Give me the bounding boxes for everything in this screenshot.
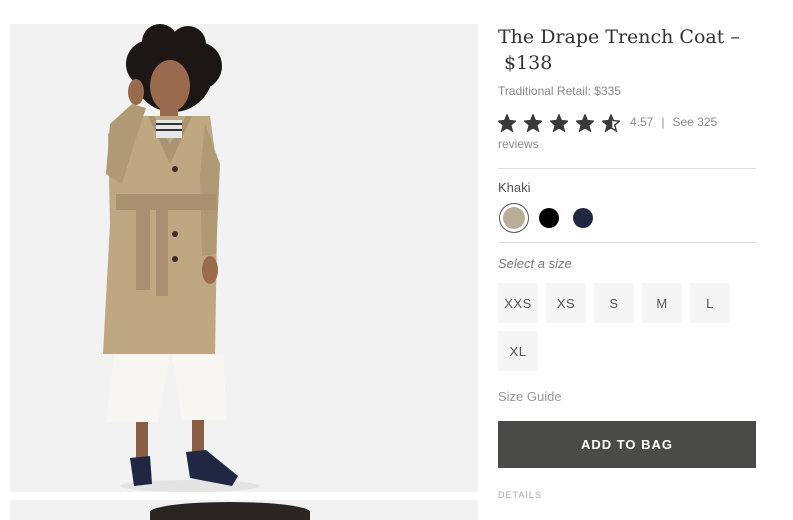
color-swatches bbox=[498, 203, 756, 233]
rating-value: 4.57 bbox=[630, 115, 654, 129]
product-price: $138 bbox=[504, 52, 553, 74]
divider bbox=[498, 168, 756, 169]
star-full-icon bbox=[524, 113, 542, 132]
details-heading: DETAILS bbox=[498, 490, 542, 500]
size-option-m[interactable]: M bbox=[642, 283, 682, 323]
size-option-l[interactable]: L bbox=[690, 283, 730, 323]
rating-separator: | bbox=[661, 115, 665, 129]
size-option-xxs[interactable]: XXS bbox=[498, 283, 538, 323]
star-full-icon bbox=[498, 113, 516, 132]
product-name: The Drape Trench Coat – bbox=[498, 26, 740, 48]
select-size-label: Select a size bbox=[498, 256, 572, 271]
size-options: XXS XS S M L XL bbox=[498, 283, 738, 371]
size-option-xl[interactable]: XL bbox=[498, 331, 538, 371]
black-swatch[interactable] bbox=[539, 208, 559, 228]
rating-summary: 4.57 | See 325 reviews bbox=[498, 111, 756, 155]
navy-swatch[interactable] bbox=[573, 208, 593, 228]
size-option-xs[interactable]: XS bbox=[546, 283, 586, 323]
divider bbox=[498, 242, 756, 243]
product-title: The Drape Trench Coat – $138 bbox=[498, 24, 756, 76]
selected-color-label: Khaki bbox=[498, 180, 531, 195]
traditional-retail-price: Traditional Retail: $335 bbox=[498, 84, 621, 98]
khaki-swatch[interactable] bbox=[503, 207, 525, 229]
star-full-icon bbox=[550, 113, 568, 132]
size-guide-link[interactable]: Size Guide bbox=[498, 389, 756, 404]
product-image[interactable] bbox=[10, 24, 478, 492]
rating-stars bbox=[498, 113, 620, 132]
size-option-s[interactable]: S bbox=[594, 283, 634, 323]
model-illustration bbox=[103, 24, 260, 492]
product-details-panel: The Drape Trench Coat – $138 Traditional… bbox=[498, 24, 756, 500]
star-full-icon bbox=[576, 113, 594, 132]
star-half-icon bbox=[602, 113, 620, 132]
product-image-secondary[interactable] bbox=[10, 500, 478, 520]
add-to-bag-button[interactable]: ADD TO BAG bbox=[498, 421, 756, 468]
